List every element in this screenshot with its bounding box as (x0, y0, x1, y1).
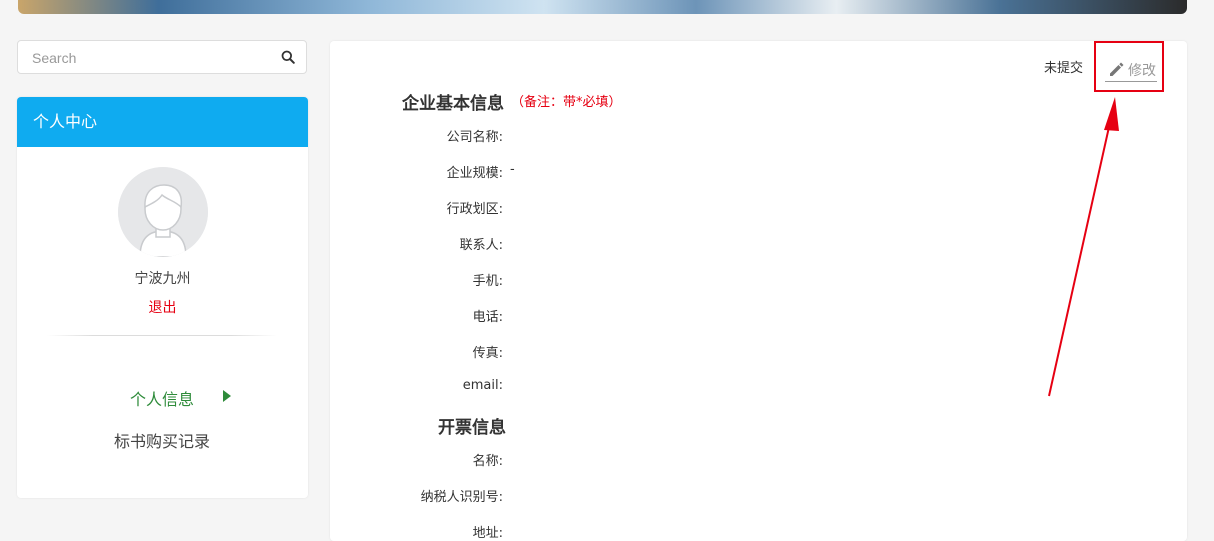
logout-link[interactable]: 退出 (17, 297, 308, 317)
search-input[interactable] (30, 47, 274, 69)
sidebar-item-purchase-records[interactable]: 标书购买记录 (114, 428, 210, 452)
basic-info-title: 企业基本信息 (402, 94, 504, 114)
user-avatar-icon (118, 167, 208, 257)
search-box (17, 40, 307, 74)
field-label-contact: 联系人: (459, 238, 503, 253)
field-label-email: email: (462, 378, 503, 393)
field-label-fax: 传真: (472, 346, 503, 361)
field-label-company-name: 公司名称: (446, 130, 503, 145)
annotation-highlight-box (1094, 41, 1164, 92)
active-arrow-icon (223, 390, 231, 402)
search-icon[interactable] (281, 50, 295, 64)
invoice-info-title: 开票信息 (438, 418, 506, 438)
field-label-company-scale: 企业规模: (446, 166, 503, 181)
company-info-panel: 未提交 修改 企业基本信息 （备注：带*必填） 公司名称: 企业规模: - 行政… (330, 41, 1187, 541)
field-label-region: 行政划区: (446, 202, 503, 217)
user-sidebar: 个人中心 宁波九州 退出 个人信息 标书购买记录 (17, 97, 308, 498)
field-label-mobile: 手机: (472, 274, 503, 289)
sidebar-header: 个人中心 (17, 97, 308, 147)
field-label-phone: 电话: (472, 310, 503, 325)
required-note: （备注：带*必填） (511, 95, 622, 110)
field-label-tax-id: 纳税人识别号: (420, 490, 503, 505)
username: 宁波九州 (134, 271, 191, 287)
field-label-invoice-name: 名称: (472, 454, 503, 469)
sidebar-item-personal-info[interactable]: 个人信息 (130, 386, 194, 410)
field-value-company-scale: - (510, 162, 515, 177)
avatar (118, 167, 208, 257)
status-badge: 未提交 (1044, 61, 1084, 76)
top-banner-image (18, 0, 1187, 14)
sidebar-divider (47, 335, 277, 336)
